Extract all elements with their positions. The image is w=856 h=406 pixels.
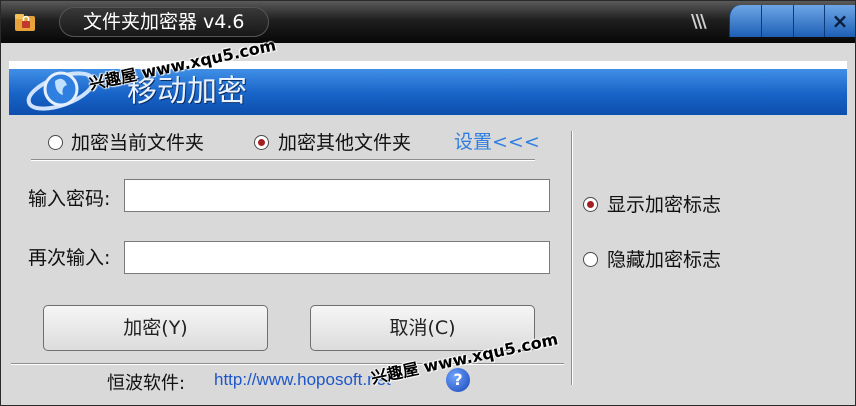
titlebar-button-2[interactable] bbox=[761, 5, 793, 37]
titlebar-button-1[interactable] bbox=[729, 5, 761, 37]
radio-label-other-folder[interactable]: 加密其他文件夹 bbox=[278, 131, 411, 155]
vendor-link[interactable]: http://www.hoposoft.net bbox=[214, 370, 391, 390]
radio-label-current-folder[interactable]: 加密当前文件夹 bbox=[71, 131, 204, 155]
panel-divider bbox=[571, 131, 573, 385]
radio-current-folder[interactable] bbox=[48, 135, 63, 150]
radio-label-hide-marker[interactable]: 隐藏加密标志 bbox=[607, 248, 721, 272]
radio-hide-marker[interactable] bbox=[583, 252, 598, 267]
confirm-password-field[interactable] bbox=[124, 241, 550, 274]
settings-link[interactable]: 设置<<< bbox=[454, 130, 540, 154]
radio-show-marker[interactable] bbox=[583, 197, 598, 212]
radio-other-folder[interactable] bbox=[254, 135, 269, 150]
options-divider bbox=[31, 159, 535, 161]
encrypt-button[interactable]: 加密(Y) bbox=[43, 305, 268, 351]
vendor-label: 恒波软件: bbox=[107, 373, 186, 394]
confirm-label: 再次输入: bbox=[28, 247, 111, 269]
window-title: 文件夹加密器 v4.6 bbox=[83, 11, 245, 33]
close-button[interactable]: × bbox=[824, 5, 855, 37]
app-window: 文件夹加密器 v4.6 \\\ × 移动加密 兴趣屋 www.xqu5.com … bbox=[0, 0, 856, 406]
folder-lock-icon bbox=[15, 14, 35, 31]
titlebar-button-3[interactable] bbox=[793, 5, 825, 37]
radio-label-show-marker[interactable]: 显示加密标志 bbox=[607, 193, 721, 217]
password-label: 输入密码: bbox=[28, 188, 111, 210]
title-stripes: \\\ bbox=[691, 11, 707, 32]
title-bar[interactable]: 文件夹加密器 v4.6 \\\ × bbox=[1, 1, 855, 43]
password-field[interactable] bbox=[124, 179, 550, 212]
